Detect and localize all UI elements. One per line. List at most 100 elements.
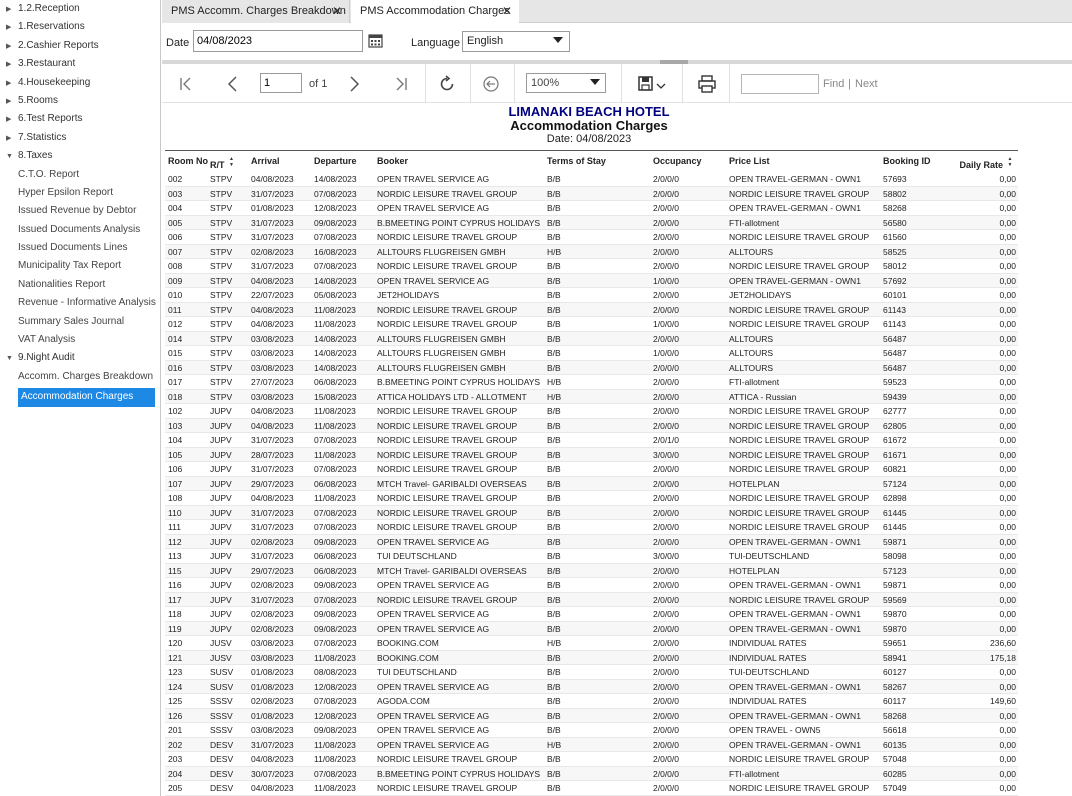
- column-header[interactable]: Occupancy: [653, 156, 702, 166]
- table-cell: OPEN TRAVEL SERVICE AG: [377, 710, 490, 721]
- table-cell: JUPV: [210, 609, 232, 619]
- sidebar-item-issued-revenue-by-debtor[interactable]: Issued Revenue by Debtor: [0, 202, 160, 220]
- column-header[interactable]: Daily Rate ▲▼: [959, 156, 1013, 170]
- table-cell: JUPV: [210, 507, 232, 518]
- column-header[interactable]: Price List: [729, 156, 770, 166]
- table-cell: B/B: [547, 652, 561, 663]
- column-header[interactable]: Departure: [314, 156, 357, 166]
- table-cell: STPV: [210, 391, 233, 402]
- table-cell: 22/07/2023: [251, 290, 294, 300]
- table-cell: 2/0/0/0: [653, 725, 679, 735]
- refresh-icon[interactable]: [437, 74, 457, 94]
- sidebar-item-c-t-o-report[interactable]: C.T.O. Report: [0, 166, 160, 184]
- column-header[interactable]: Arrival: [251, 156, 280, 166]
- table-cell: 2/0/0/0: [653, 290, 679, 300]
- table-cell: 0,00: [999, 188, 1016, 199]
- table-cell: NORDIC LEISURE TRAVEL GROUP: [377, 754, 518, 764]
- zoom-select[interactable]: 100%: [526, 73, 606, 93]
- sidebar-item-issued-documents-analysis[interactable]: Issued Documents Analysis: [0, 221, 160, 239]
- column-header[interactable]: Terms of Stay: [547, 156, 606, 166]
- table-cell: 2/0/0/0: [653, 609, 679, 619]
- table-cell: 11/08/2023: [314, 406, 356, 416]
- close-icon[interactable]: ✕: [502, 0, 512, 22]
- calendar-icon[interactable]: [368, 33, 383, 48]
- table-row: 010 STPV 22/07/2023 05/08/2023 JET2HOLIDAYS B…: [165, 288, 1018, 303]
- back-icon[interactable]: [481, 74, 501, 94]
- find-button[interactable]: Find: [823, 78, 844, 90]
- sidebar-item-5-rooms[interactable]: ▶ 5.Rooms: [0, 92, 160, 110]
- date-input[interactable]: [193, 30, 363, 52]
- table-cell: NORDIC LEISURE TRAVEL GROUP: [377, 406, 518, 416]
- sidebar-item-issued-documents-lines[interactable]: Issued Documents Lines: [0, 239, 160, 257]
- sidebar-item-revenue-informative-analysis[interactable]: Revenue - Informative Analysis: [0, 294, 160, 312]
- sidebar-item-1-2-reception[interactable]: ▶ 1.2.Reception: [0, 0, 160, 18]
- tab-accomm-charges-breakdown[interactable]: PMS Accomm. Charges Breakdown ✕: [162, 0, 350, 23]
- table-cell: 014: [168, 333, 183, 344]
- table-cell: 09/08/2023: [314, 217, 357, 228]
- table-cell: 2/0/0/0: [653, 522, 679, 532]
- table-cell: 60101: [883, 290, 907, 300]
- find-input[interactable]: [741, 74, 819, 94]
- sidebar-item-accommodation-charges[interactable]: Accommodation Charges: [18, 388, 155, 407]
- page-number-input[interactable]: [260, 73, 302, 93]
- table-cell: 204: [168, 768, 183, 779]
- sort-icon[interactable]: ▲▼: [229, 156, 235, 168]
- language-select[interactable]: English: [462, 31, 570, 52]
- table-cell: 12/08/2023: [314, 203, 357, 213]
- table-row: 018 STPV 03/08/2023 15/08/2023 ATTICA HOLIDA…: [165, 389, 1018, 404]
- sidebar-item-3-restaurant[interactable]: ▶ 3.Restaurant: [0, 55, 160, 73]
- table-cell: 125: [168, 696, 183, 706]
- table-cell: 2/0/0/0: [653, 188, 679, 199]
- last-page-icon[interactable]: [391, 74, 411, 94]
- next-page-icon[interactable]: [344, 74, 364, 94]
- table-cell: JUPV: [210, 580, 232, 590]
- sidebar-item-summary-sales-journal[interactable]: Summary Sales Journal: [0, 313, 160, 331]
- tab-accommodation-charges[interactable]: PMS Accommodation Charges ✕: [351, 0, 519, 24]
- table-cell: 115: [168, 565, 182, 576]
- table-cell: 07/08/2023: [314, 261, 357, 271]
- close-icon[interactable]: ✕: [332, 0, 342, 22]
- table-cell: 59870: [883, 623, 907, 634]
- table-row: 118 JUPV 02/08/2023 09/08/2023 OPEN TRAVEL S…: [165, 607, 1018, 622]
- sidebar-item-label: 8.Taxes: [18, 150, 53, 162]
- table-cell: 126: [168, 710, 183, 721]
- sidebar-item-vat-analysis[interactable]: VAT Analysis: [0, 331, 160, 349]
- table-cell: OPEN TRAVEL-GERMAN - OWN1: [729, 275, 861, 286]
- sidebar-item-accomm-charges-breakdown[interactable]: Accomm. Charges Breakdown: [0, 368, 160, 386]
- column-header[interactable]: Booking ID: [883, 156, 931, 166]
- table-cell: NORDIC LEISURE TRAVEL GROUP: [377, 261, 518, 271]
- column-header[interactable]: Room No: [168, 156, 208, 166]
- table-cell: JET2HOLIDAYS: [377, 290, 440, 300]
- sidebar-item-9-night-audit[interactable]: ▼ 9.Night Audit: [0, 349, 160, 367]
- save-icon[interactable]: [636, 74, 656, 94]
- report-table-body: 002 STPV 04/08/2023 14/08/2023 OPEN TRAVEL S…: [165, 172, 1018, 796]
- sidebar-item-1-reservations[interactable]: ▶ 1.Reservations: [0, 18, 160, 36]
- find-next-button[interactable]: Next: [855, 78, 878, 90]
- sidebar-item-8-taxes[interactable]: ▼ 8.Taxes: [0, 147, 160, 165]
- sidebar-item-4-housekeeping[interactable]: ▶ 4.Housekeeping: [0, 74, 160, 92]
- table-row: 016 STPV 03/08/2023 14/08/2023 ALLTOURS FLUG…: [165, 360, 1018, 375]
- caret-right-icon: ▶: [6, 61, 12, 69]
- sidebar-item-2-cashier-reports[interactable]: ▶ 2.Cashier Reports: [0, 37, 160, 55]
- first-page-icon[interactable]: [176, 74, 196, 94]
- prev-page-icon[interactable]: [223, 74, 243, 94]
- table-cell: 015: [168, 348, 183, 358]
- table-cell: 012: [168, 319, 183, 329]
- report-navigation-sidebar: ▶ 1.2.Reception ▶ 1.Reservations ▶ 2.Cashier …: [0, 0, 161, 796]
- sidebar-item-nationalities-report[interactable]: Nationalities Report: [0, 276, 160, 294]
- table-row: 017 STPV 27/07/2023 06/08/2023 B.BMEETING PO…: [165, 375, 1018, 390]
- print-icon[interactable]: [697, 74, 717, 94]
- sort-icon[interactable]: ▲▼: [1007, 156, 1013, 168]
- column-header[interactable]: Booker: [377, 156, 408, 166]
- table-cell: 07/08/2023: [314, 522, 357, 532]
- column-header[interactable]: R/T ▲▼: [210, 156, 235, 170]
- sidebar-item-municipality-tax-report[interactable]: Municipality Tax Report: [0, 257, 160, 275]
- table-cell: HOTELPLAN: [729, 565, 780, 576]
- toolbar-divider: [470, 64, 471, 103]
- caret-right-icon: ▶: [6, 116, 12, 124]
- sidebar-item-6-test-reports[interactable]: ▶ 6.Test Reports: [0, 110, 160, 128]
- sidebar-item-hyper-epsilon-report[interactable]: Hyper Epsilon Report: [0, 184, 160, 202]
- chevron-down-icon[interactable]: [654, 74, 668, 94]
- table-row: 002 STPV 04/08/2023 14/08/2023 OPEN TRAVEL S…: [165, 172, 1018, 187]
- sidebar-item-7-statistics[interactable]: ▶ 7.Statistics: [0, 129, 160, 147]
